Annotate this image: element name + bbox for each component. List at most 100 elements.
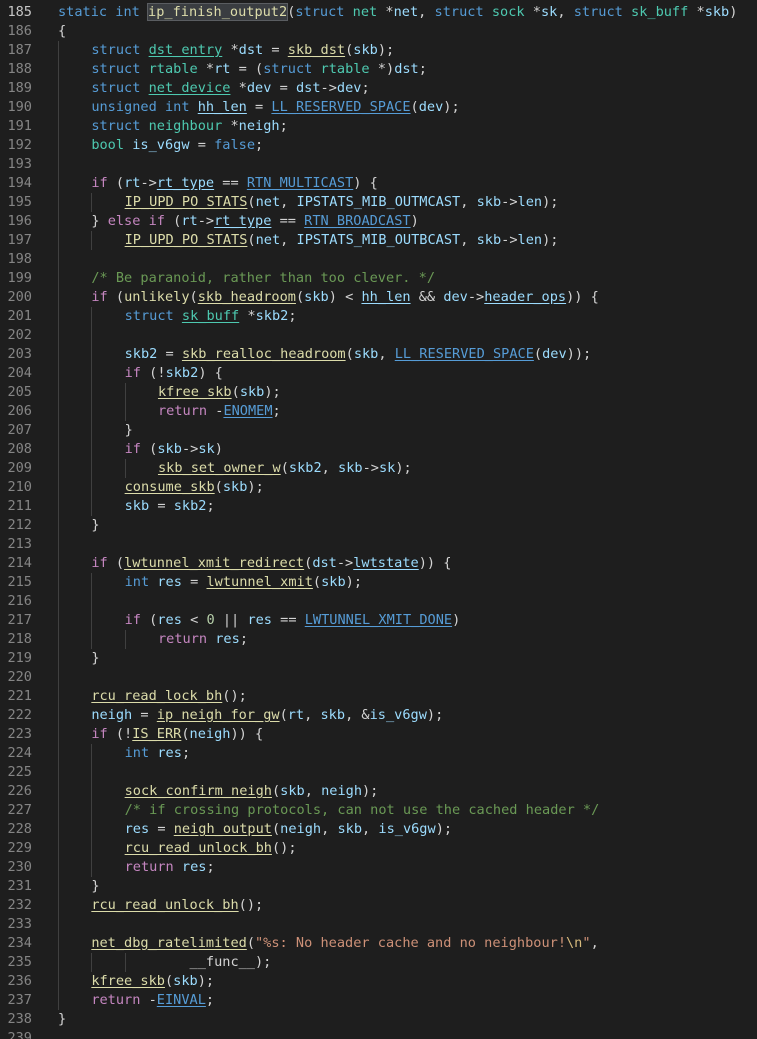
code-token: neigh_output xyxy=(173,821,272,837)
code-text: __func__); xyxy=(91,953,272,972)
code-line[interactable]: 228 res = neigh_output(neigh, skb, is_v6g… xyxy=(0,820,757,839)
code-line[interactable]: 193 xyxy=(0,155,757,174)
code-line[interactable]: 200 if (unlikely(skb_headroom(skb) < hh_l… xyxy=(0,288,757,307)
code-line[interactable]: 239 xyxy=(0,1029,757,1039)
code-token: skb2 xyxy=(255,308,289,324)
code-line[interactable]: 212} xyxy=(0,516,757,535)
code-line[interactable]: 232 rcu_read_unlock_bh(); xyxy=(0,896,757,915)
code-line[interactable]: 223 if (!IS_ERR(neigh)) { xyxy=(0,725,757,744)
code-line[interactable]: 194 if (rt->rt_type == RTN_MULTICAST) { xyxy=(0,174,757,193)
code-line[interactable]: 201 struct sk_buff *skb2; xyxy=(0,307,757,326)
code-line[interactable]: 185 static int ip_finish_output2(struct n… xyxy=(0,3,757,22)
indent-guide xyxy=(58,60,59,79)
code-line[interactable]: 211 skb = skb2; xyxy=(0,497,757,516)
code-line[interactable]: 236 kfree_skb(skb); xyxy=(0,972,757,991)
code-line[interactable]: 221 rcu_read_lock_bh(); xyxy=(0,687,757,706)
code-line[interactable]: 195 IP_UPD_PO_STATS(net, IPSTATS_MIB_OUTM… xyxy=(0,193,757,212)
code-token: } xyxy=(58,1011,67,1027)
code-line[interactable]: 217 if (res < 0 || res == LWTUNNEL_XMIT_D… xyxy=(0,611,757,630)
code-token: net xyxy=(255,194,281,210)
code-line[interactable]: 210 consume_skb(skb); xyxy=(0,478,757,497)
code-line[interactable]: 205 kfree_skb(skb); xyxy=(0,383,757,402)
code-token: sk xyxy=(378,460,396,476)
line-number: 204 xyxy=(7,365,32,381)
line-number: 200 xyxy=(7,289,32,305)
code-line[interactable]: 204 if (!skb2) { xyxy=(0,364,757,383)
code-line[interactable]: 202 xyxy=(0,326,757,345)
code-token: (); xyxy=(222,688,247,704)
code-line[interactable]: 207} xyxy=(0,421,757,440)
code-text: net_dbg_ratelimited("%s: No header cache… xyxy=(91,934,598,953)
code-line[interactable]: 229 rcu_read_unlock_bh(); xyxy=(0,839,757,858)
code-line[interactable]: 187 struct dst_entry *dst = skb_dst(skb); xyxy=(0,41,757,60)
code-line[interactable]: 235 __func__); xyxy=(0,953,757,972)
code-text: return res; xyxy=(158,630,248,649)
code-token: if xyxy=(124,365,141,381)
code-line[interactable]: 216 xyxy=(0,592,757,611)
code-line[interactable]: 197 IP_UPD_PO_STATS(net, IPSTATS_MIB_OUTB… xyxy=(0,231,757,250)
code-line[interactable]: 189 struct net_device *dev = dst->dev; xyxy=(0,79,757,98)
code-line[interactable]: 190 unsigned int hh_len = LL_RESERVED_SPA… xyxy=(0,98,757,117)
code-line[interactable]: 192 bool is_v6gw = false; xyxy=(0,136,757,155)
code-text: if (skb->sk) xyxy=(125,440,223,459)
code-line[interactable]: 199 /* Be paranoid, rather than too cleve… xyxy=(0,269,757,288)
indent-guide xyxy=(58,79,59,98)
code-line[interactable]: 220 xyxy=(0,668,757,687)
code-token: struct xyxy=(434,4,484,20)
code-token: kfree_skb xyxy=(157,384,232,400)
code-line[interactable]: 209 skb_set_owner_w(skb2, skb->sk); xyxy=(0,459,757,478)
code-line[interactable]: 213 xyxy=(0,535,757,554)
code-line[interactable]: 237 return -EINVAL; xyxy=(0,991,757,1010)
code-line[interactable]: 231} xyxy=(0,877,757,896)
code-token: dev xyxy=(336,80,362,96)
code-line[interactable]: 219} xyxy=(0,649,757,668)
code-token: rcu_read_unlock_bh xyxy=(91,897,239,913)
code-line[interactable]: 203 skb2 = skb_realloc_headroom(skb, LL_R… xyxy=(0,345,757,364)
indent-guide xyxy=(58,877,59,896)
code-line[interactable]: 222 neigh = ip_neigh_for_gw(rt, skb, &is_… xyxy=(0,706,757,725)
line-number: 223 xyxy=(7,726,32,742)
code-text: skb = skb2; xyxy=(125,497,215,516)
indent-guide xyxy=(91,383,93,402)
line-number: 218 xyxy=(7,631,32,647)
code-line[interactable]: 218 return res; xyxy=(0,630,757,649)
line-number: 205 xyxy=(7,384,32,400)
code-token: , xyxy=(280,232,297,248)
code-line[interactable]: 206 return -ENOMEM; xyxy=(0,402,757,421)
code-token: skb xyxy=(320,707,346,723)
code-line[interactable]: 230 return res; xyxy=(0,858,757,877)
code-token: * xyxy=(688,4,705,20)
indent-guide xyxy=(58,687,59,706)
line-number: 226 xyxy=(7,783,32,799)
code-token: ); xyxy=(395,460,412,476)
code-line[interactable]: 234 net_dbg_ratelimited("%s: No header ca… xyxy=(0,934,757,953)
code-line[interactable]: 208 if (skb->sk) xyxy=(0,440,757,459)
code-line[interactable]: 198 xyxy=(0,250,757,269)
code-token: skb xyxy=(353,42,378,58)
code-line[interactable]: 238} xyxy=(0,1010,757,1029)
code-line[interactable]: 188 struct rtable *rt = (struct rtable *)… xyxy=(0,60,757,79)
indent-guide xyxy=(58,972,59,991)
code-line[interactable]: 226 sock_confirm_neigh(skb, neigh); xyxy=(0,782,757,801)
code-line[interactable]: 186 { xyxy=(0,22,757,41)
code-token: ( xyxy=(410,99,419,115)
line-number: 185 xyxy=(7,4,32,20)
code-line[interactable]: 214 if (lwtunnel_xmit_redirect(dst->lwtst… xyxy=(0,554,757,573)
code-line[interactable]: 196} else if (rt->rt_type == RTN_BROADCA… xyxy=(0,212,757,231)
code-token: lwtunnel_xmit_redirect xyxy=(124,555,305,571)
code-token: || xyxy=(214,612,248,628)
code-line[interactable]: 225 xyxy=(0,763,757,782)
code-line[interactable]: 227 /* if crossing protocols, can not use… xyxy=(0,801,757,820)
indent-guide xyxy=(58,573,59,592)
code-token: res xyxy=(247,612,272,628)
code-line[interactable]: 215 int res = lwtunnel_xmit(skb); xyxy=(0,573,757,592)
line-number: 235 xyxy=(7,954,32,970)
code-token: ) < xyxy=(328,289,362,305)
line-number: 227 xyxy=(7,802,32,818)
code-token: ( xyxy=(345,346,354,362)
code-token: ( xyxy=(246,935,255,951)
code-line[interactable]: 191 struct neighbour *neigh; xyxy=(0,117,757,136)
code-line[interactable]: 233 xyxy=(0,915,757,934)
code-line[interactable]: 224 int res; xyxy=(0,744,757,763)
code-editor[interactable]: 185 static int ip_finish_output2(struct n… xyxy=(0,0,757,1039)
